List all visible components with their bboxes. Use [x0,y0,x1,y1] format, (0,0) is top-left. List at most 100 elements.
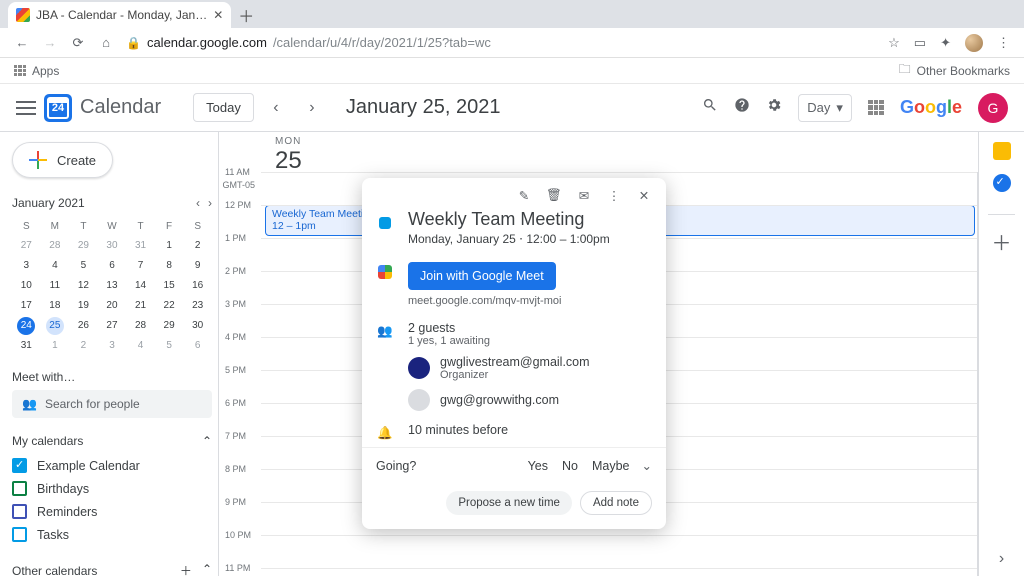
keep-icon[interactable] [993,142,1011,160]
event-details-popup: ✎ 🗑 ✉ ⋮ ✕ Weekly Team Meeting Monday, Ja… [362,178,666,529]
gear-icon[interactable] [766,97,782,118]
mini-cal-day[interactable]: 8 [155,256,184,276]
meet-link[interactable]: meet.google.com/mqv-mvjt-moi [408,295,561,307]
my-calendars-header[interactable]: My calendars⌃ [12,434,212,448]
mini-cal-day[interactable]: 30 [183,316,212,336]
create-button[interactable]: Create [12,142,113,178]
hour-slot[interactable]: 11 PM [261,568,977,576]
mini-cal-day[interactable]: 3 [98,336,127,356]
other-bookmarks[interactable]: Other Bookmarks [917,64,1010,78]
mini-cal-day[interactable]: 20 [98,296,127,316]
mini-cal-day[interactable]: 23 [183,296,212,316]
mini-cal-day[interactable]: 6 [183,336,212,356]
mini-cal-day[interactable]: 16 [183,276,212,296]
home-icon[interactable]: ⌂ [98,35,114,50]
mini-cal-day[interactable]: 17 [12,296,41,316]
mini-cal-day[interactable]: 27 [98,316,127,336]
mini-cal-day[interactable]: 13 [98,276,127,296]
hour-slot[interactable]: 10 PM [261,535,977,568]
mini-prev-button[interactable]: ‹ [196,196,200,210]
mini-cal-day[interactable]: 22 [155,296,184,316]
mini-cal-day[interactable]: 12 [69,276,98,296]
today-button[interactable]: Today [193,93,254,122]
mini-cal-day[interactable]: 31 [126,236,155,256]
close-icon[interactable]: ✕ [213,8,223,22]
account-avatar[interactable]: G [978,93,1008,123]
join-meet-button[interactable]: Join with Google Meet [408,262,556,290]
search-icon[interactable] [702,97,718,118]
mini-cal-day[interactable]: 28 [41,236,70,256]
apps-button[interactable]: Apps [14,64,59,78]
calendar-toggle[interactable]: Example Calendar [12,454,212,477]
extensions-icon[interactable]: ✦ [940,35,951,51]
mini-cal-day[interactable]: 15 [155,276,184,296]
search-people-input[interactable]: 👥 Search for people [12,390,212,418]
mini-cal-day[interactable]: 2 [183,236,212,256]
calendar-toggle[interactable]: Tasks [12,523,212,546]
profile-avatar[interactable] [965,34,983,52]
mini-cal-day[interactable]: 27 [12,236,41,256]
menu-icon[interactable]: ⋮ [997,35,1010,51]
forward-icon[interactable]: → [42,35,58,50]
browser-tab[interactable]: JBA - Calendar - Monday, Jan… ✕ [8,2,231,28]
mini-cal-day[interactable]: 9 [183,256,212,276]
mini-cal-day[interactable]: 1 [155,236,184,256]
mini-calendar[interactable]: SMTWTFS272829303112345678910111213141516… [12,216,212,356]
add-calendar-icon[interactable]: ＋ [180,562,192,576]
new-tab-button[interactable]: ＋ [235,4,257,26]
mini-cal-day[interactable]: 18 [41,296,70,316]
delete-icon[interactable]: 🗑 [546,188,562,203]
mini-cal-day[interactable]: 10 [12,276,41,296]
other-calendars-header[interactable]: Other calendars ＋ ⌃ [12,562,212,576]
guests-count: 2 guests [408,321,490,335]
calendar-toggle[interactable]: Birthdays [12,477,212,500]
mini-cal-day[interactable]: 29 [69,236,98,256]
next-day-button[interactable]: › [298,99,326,117]
reader-icon[interactable]: ▭ [914,35,926,51]
mini-cal-day[interactable]: 11 [41,276,70,296]
calendar-toggle[interactable]: Reminders [12,500,212,523]
mini-cal-day[interactable]: 2 [69,336,98,356]
mini-next-button[interactable]: › [208,196,212,210]
edit-icon[interactable]: ✎ [516,188,532,203]
hide-panel-button[interactable]: › [999,550,1004,568]
mini-cal-day[interactable]: 30 [98,236,127,256]
mini-cal-day[interactable]: 19 [69,296,98,316]
view-selector[interactable]: Day▾ [798,94,852,122]
address-bar[interactable]: 🔒 calendar.google.com/calendar/u/4/r/day… [126,35,876,50]
tasks-icon[interactable] [993,174,1011,192]
mini-cal-day[interactable]: 4 [126,336,155,356]
google-apps-icon[interactable] [868,100,884,116]
star-icon[interactable]: ☆ [888,35,900,51]
hamburger-icon[interactable] [16,101,36,115]
add-note-button[interactable]: Add note [580,491,652,515]
reload-icon[interactable]: ⟳ [70,35,86,51]
mini-cal-day[interactable]: 28 [126,316,155,336]
mini-cal-day[interactable]: 7 [126,256,155,276]
add-addon-button[interactable]: ＋ [988,214,1015,256]
options-icon[interactable]: ⋮ [606,188,622,203]
mini-cal-day[interactable]: 1 [41,336,70,356]
mini-cal-day[interactable]: 6 [98,256,127,276]
mini-cal-day[interactable]: 14 [126,276,155,296]
mini-cal-day[interactable]: 5 [69,256,98,276]
mini-cal-day[interactable]: 21 [126,296,155,316]
rsvp-yes[interactable]: Yes [528,459,548,473]
mini-cal-day[interactable]: 3 [12,256,41,276]
chevron-down-icon[interactable]: ⌄ [642,458,652,473]
mini-cal-day[interactable]: 25 [41,316,70,336]
close-icon[interactable]: ✕ [636,188,652,203]
rsvp-maybe[interactable]: Maybe [592,459,630,473]
rsvp-no[interactable]: No [562,459,578,473]
mini-cal-day[interactable]: 24 [12,316,41,336]
mini-cal-day[interactable]: 26 [69,316,98,336]
mini-cal-day[interactable]: 31 [12,336,41,356]
mini-cal-day[interactable]: 29 [155,316,184,336]
help-icon[interactable] [734,97,750,118]
prev-day-button[interactable]: ‹ [262,99,290,117]
back-icon[interactable]: ← [14,35,30,50]
mini-cal-day[interactable]: 4 [41,256,70,276]
email-icon[interactable]: ✉ [576,188,592,203]
mini-cal-day[interactable]: 5 [155,336,184,356]
propose-time-button[interactable]: Propose a new time [446,491,572,515]
